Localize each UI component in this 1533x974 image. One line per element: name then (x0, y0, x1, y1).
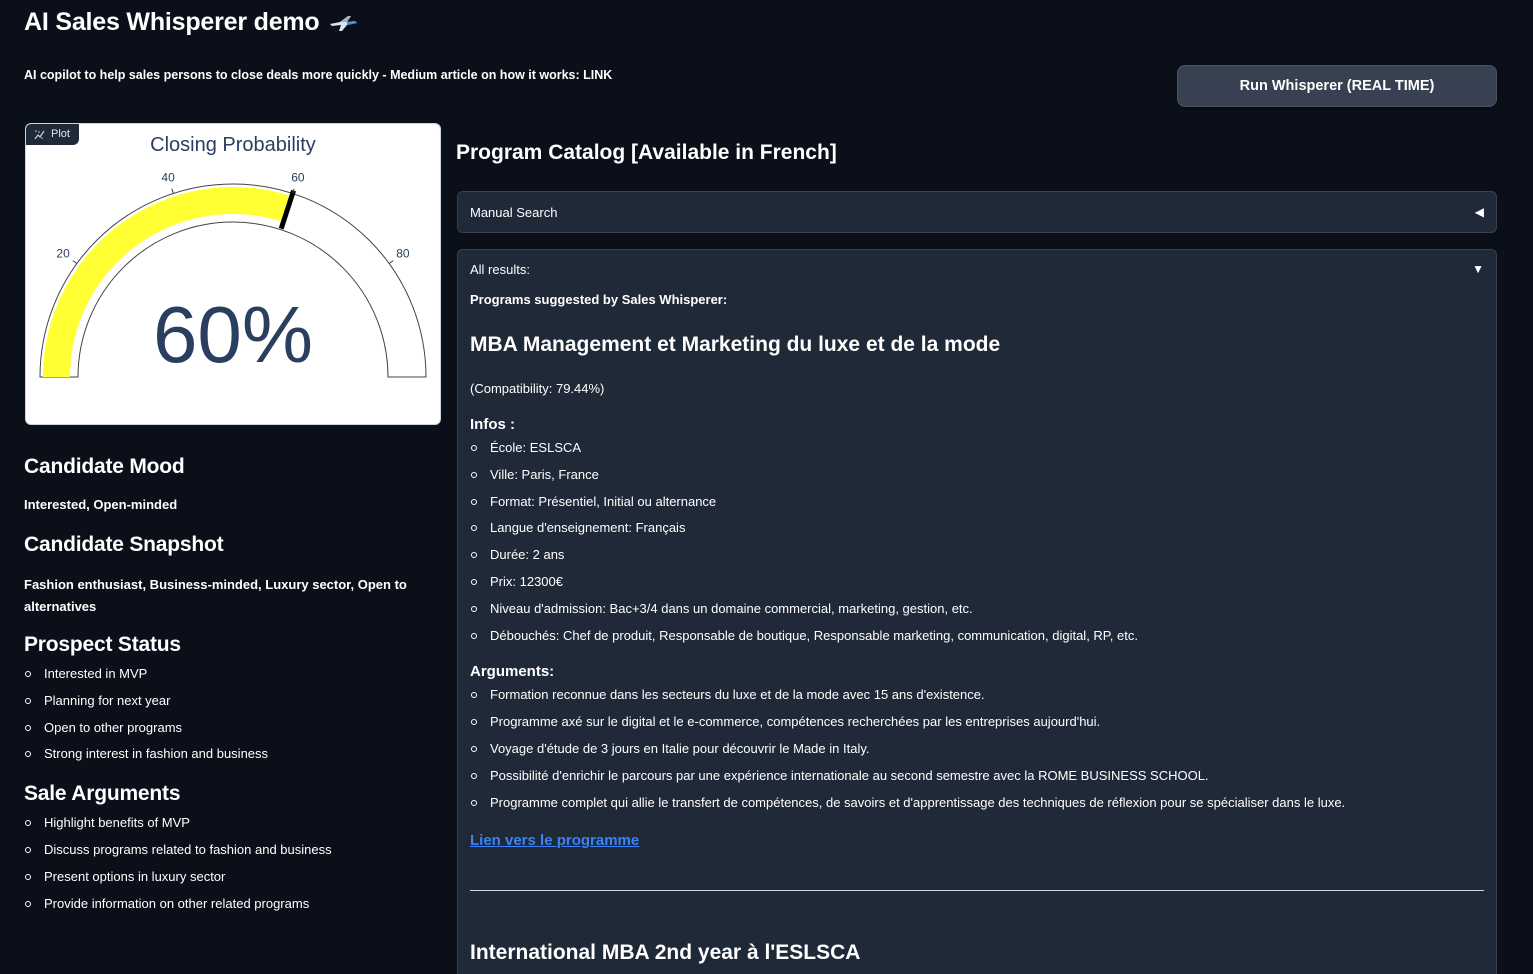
gauge-value-label: 60% (153, 290, 313, 379)
collapse-left-icon[interactable]: ◀ (1475, 205, 1484, 219)
app-root: AI Sales Whisperer demo AI copilot to he… (0, 0, 1533, 974)
prospect-status-list: Interested in MVP Planning for next year… (24, 661, 424, 768)
app-title: AI Sales Whisperer demo (24, 8, 358, 37)
expand-down-icon[interactable]: ▼ (1472, 262, 1484, 276)
list-item: Planning for next year (24, 688, 424, 715)
app-title-text: AI Sales Whisperer demo (24, 8, 320, 36)
gauge-tick-label: 60 (291, 170, 305, 184)
program-link[interactable]: Lien vers le programme (470, 832, 639, 849)
infos-heading: Infos : (470, 416, 515, 433)
compatibility-score: (Compatibility: 79.44%) (470, 381, 605, 396)
prospect-status-heading: Prospect Status (24, 633, 181, 656)
all-results-header[interactable]: All results: ▼ (458, 250, 1496, 288)
closing-probability-plot: Plot Closing Probability 20 40 60 80 60% (25, 123, 441, 425)
app-subtitle: AI copilot to help sales persons to clos… (24, 68, 613, 82)
candidate-panel: Candidate Mood Interested, Open-minded C… (24, 455, 424, 917)
list-item: Programme axé sur le digital et le e-com… (470, 709, 1484, 736)
sale-arguments-heading: Sale Arguments (24, 782, 181, 806)
all-results-label: All results: (470, 261, 530, 277)
list-item: Voyage d'étude de 3 jours en Italie pour… (470, 736, 1484, 763)
results-body: Programs suggested by Sales Whisperer: M… (458, 292, 1496, 965)
candidate-mood-heading: Candidate Mood (24, 455, 185, 478)
candidate-snapshot-text: Fashion enthusiast, Business-minded, Lux… (24, 577, 407, 614)
run-whisperer-button[interactable]: Run Whisperer (REAL TIME) (1177, 65, 1497, 107)
gauge-chart: Closing Probability 20 40 60 80 60% (39, 134, 427, 379)
list-item: Prix: 12300€ (470, 569, 1484, 596)
manual-search-label: Manual Search (470, 204, 558, 220)
program-title: International MBA 2nd year à l'ESLSCA (470, 941, 861, 965)
gauge-tick (72, 260, 78, 264)
list-item: Ville: Paris, France (470, 462, 1484, 489)
all-results-accordion: All results: ▼ Programs suggested by Sal… (457, 249, 1497, 974)
list-item: Niveau d'admission: Bac+3/4 dans un doma… (470, 596, 1484, 623)
list-item: Formation reconnue dans les secteurs du … (470, 682, 1484, 709)
gauge-title: Closing Probability (150, 134, 316, 156)
list-item: Provide information on other related pro… (24, 891, 424, 918)
candidate-mood-text: Interested, Open-minded (24, 497, 178, 512)
arguments-heading: Arguments: (470, 663, 555, 681)
gauge-tick-label: 40 (161, 170, 175, 184)
program-catalog-title: Program Catalog [Available in French] (456, 141, 837, 164)
list-item: Open to other programs (24, 715, 424, 742)
list-item: Interested in MVP (24, 661, 424, 688)
list-item: Highlight benefits of MVP (24, 810, 424, 837)
program-title: MBA Management et Marketing du luxe et d… (470, 333, 1001, 356)
list-item: École: ESLSCA (470, 435, 1484, 462)
list-item: Langue d'enseignement: Français (470, 515, 1484, 542)
plot-badge-label: Plot (51, 128, 70, 140)
airplane-icon (329, 15, 357, 31)
gauge-tick-label: 80 (396, 247, 410, 261)
manual-search-accordion[interactable]: Manual Search ◀ (457, 191, 1497, 233)
list-item: Possibilité d'enrichir le parcours par u… (470, 763, 1484, 790)
list-item: Programme complet qui allie le transfert… (470, 790, 1484, 817)
chart-icon (34, 129, 45, 139)
candidate-snapshot-heading: Candidate Snapshot (24, 533, 224, 556)
list-item: Strong interest in fashion and business (24, 741, 424, 768)
arguments-list: Formation reconnue dans les secteurs du … (470, 682, 1484, 816)
list-item: Present options in luxury sector (24, 864, 424, 891)
gauge-tick (171, 188, 174, 194)
list-item: Débouchés: Chef de produit, Responsable … (470, 623, 1484, 650)
infos-list: École: ESLSCA Ville: Paris, France Forma… (470, 435, 1484, 649)
list-item: Format: Présentiel, Initial ou alternanc… (470, 489, 1484, 516)
list-item: Discuss programs related to fashion and … (24, 837, 424, 864)
sale-arguments-list: Highlight benefits of MVP Discuss progra… (24, 810, 424, 917)
list-item: Durée: 2 ans (470, 542, 1484, 569)
plot-badge: Plot (26, 124, 79, 145)
gauge-tick (388, 260, 394, 264)
suggested-label: Programs suggested by Sales Whisperer: (470, 292, 728, 307)
gauge-tick-label: 20 (56, 247, 70, 261)
divider (470, 890, 1484, 892)
manual-search-header[interactable]: Manual Search ◀ (458, 192, 1496, 232)
